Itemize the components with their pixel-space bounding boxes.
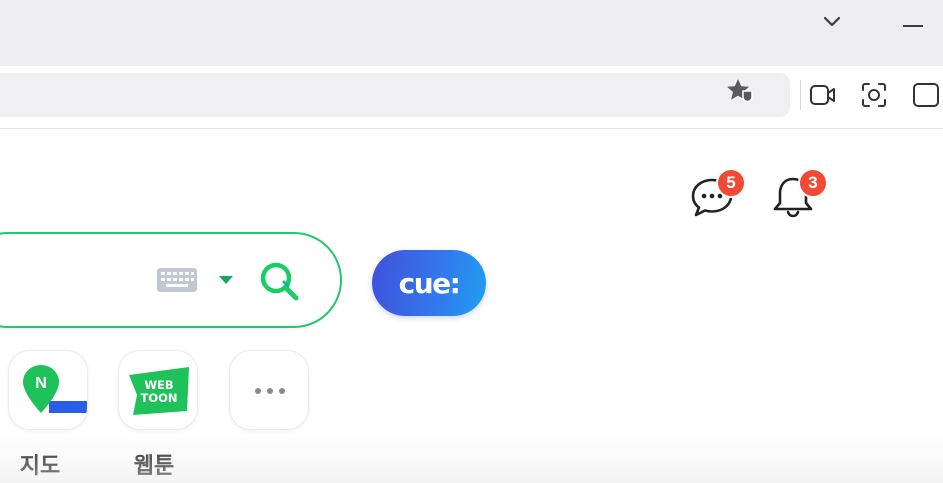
window-minimize-button[interactable] xyxy=(898,12,928,40)
notifications-badge: 3 xyxy=(798,168,828,198)
shortcut-map[interactable]: N xyxy=(8,350,88,430)
webtoon-icon: WEB TOON xyxy=(129,367,189,415)
cue-label: cue: xyxy=(398,266,461,300)
chat-button[interactable]: 5 xyxy=(688,168,746,220)
shortcut-more[interactable] xyxy=(229,350,309,430)
map-icon-letter: N xyxy=(35,375,47,392)
chat-badge: 5 xyxy=(716,168,746,198)
keyboard-dropdown-button[interactable] xyxy=(216,272,238,290)
shortcut-map-label: 지도 xyxy=(19,454,61,479)
sidebar-button[interactable] xyxy=(908,78,942,112)
tab-list-button[interactable] xyxy=(818,8,846,36)
sidebar-icon xyxy=(913,83,939,107)
more-icon xyxy=(255,388,285,394)
screenshot-button[interactable] xyxy=(857,78,891,112)
virtual-keyboard-button[interactable] xyxy=(156,266,202,296)
notifications-button[interactable]: 3 xyxy=(768,168,828,220)
chevron-down-icon xyxy=(823,16,841,27)
shortcut-webtoon-label: 웹툰 xyxy=(133,454,175,479)
screenshot-icon xyxy=(862,83,886,107)
shortcut-webtoon[interactable]: WEB TOON xyxy=(118,350,198,430)
search-icon xyxy=(260,262,299,301)
video-capture-button[interactable] xyxy=(806,78,840,112)
bookmark-star-icon xyxy=(727,79,753,103)
triangle-down-icon xyxy=(219,276,233,284)
search-button[interactable] xyxy=(254,256,306,308)
browser-titlebar xyxy=(0,0,943,66)
cue-ai-button[interactable]: cue: xyxy=(372,250,486,316)
bookmark-button[interactable] xyxy=(722,76,758,106)
minimize-icon xyxy=(903,25,923,27)
toolbar-divider xyxy=(800,80,801,110)
keyboard-icon xyxy=(157,268,197,292)
browser-toolbar xyxy=(0,66,943,129)
search-input[interactable] xyxy=(22,262,176,298)
naver-map-icon: N xyxy=(23,365,87,413)
webtoon-icon-text-bottom: TOON xyxy=(140,391,177,405)
address-bar[interactable] xyxy=(0,73,790,117)
webtoon-icon-text-top: WEB xyxy=(144,378,173,392)
video-capture-icon xyxy=(810,85,835,105)
